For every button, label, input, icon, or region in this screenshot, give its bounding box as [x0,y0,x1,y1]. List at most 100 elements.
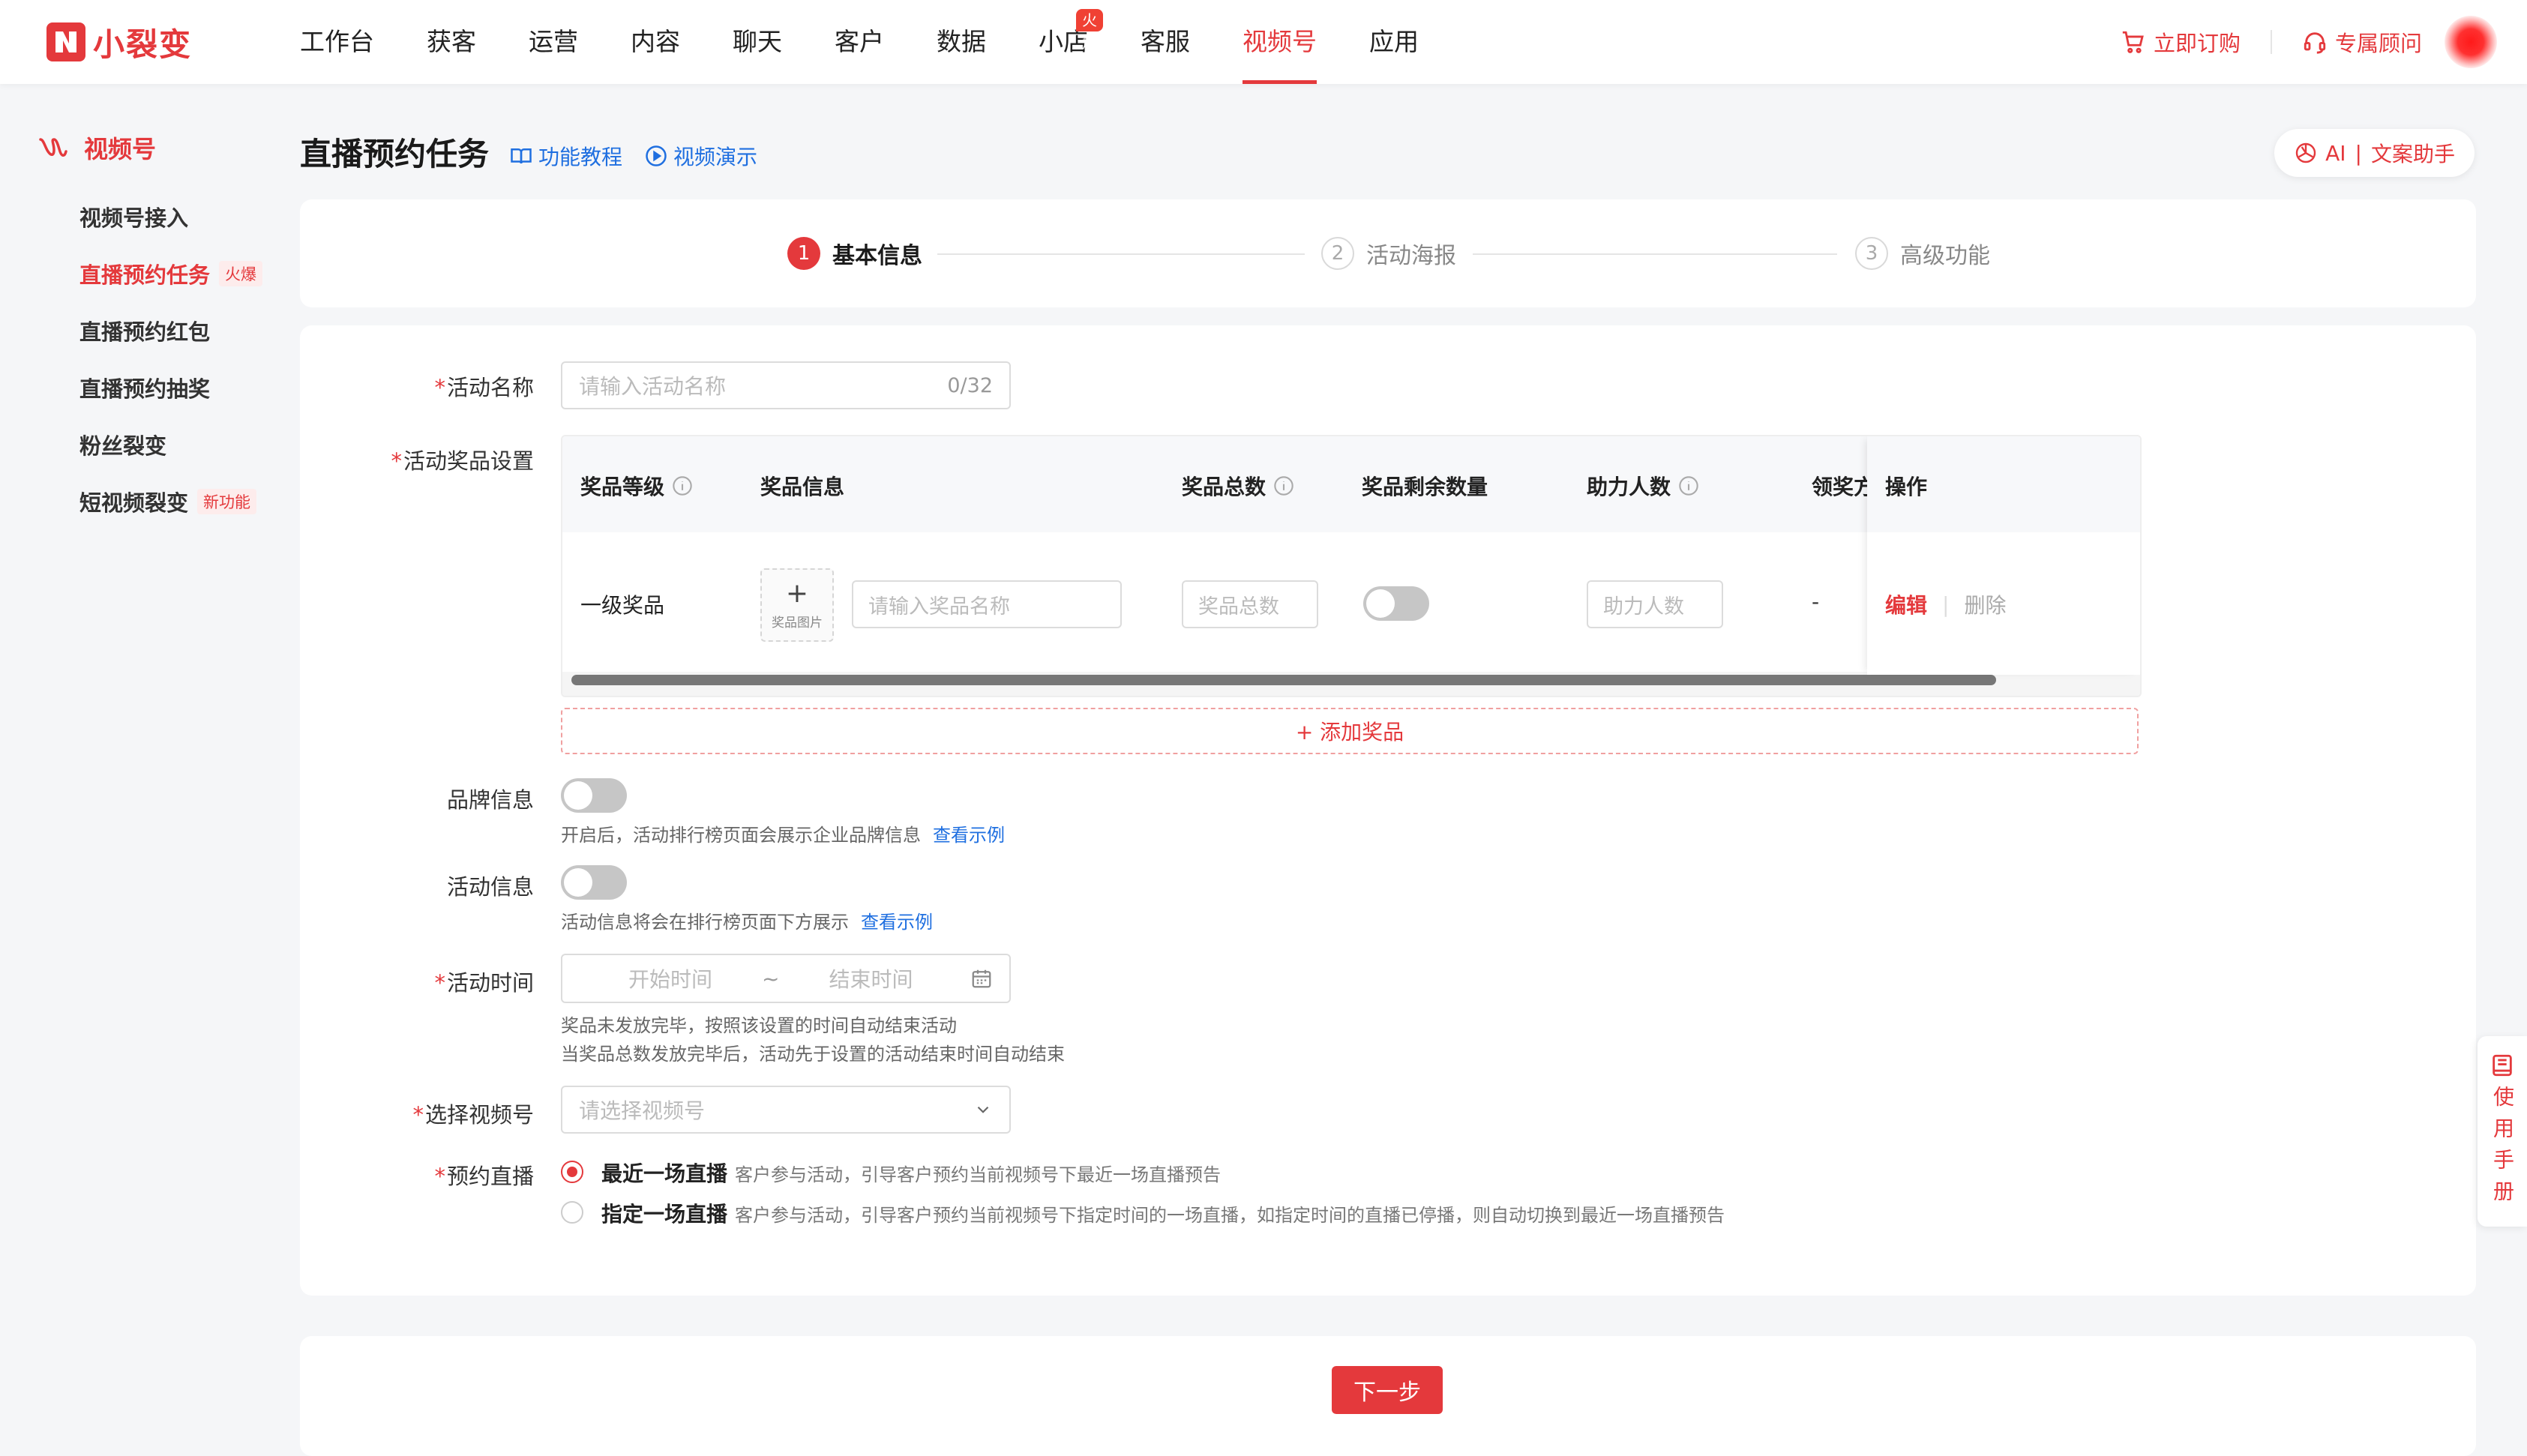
col-operations: 操作 [1885,475,1928,499]
sidebar-title: 视频号 [37,130,156,165]
tutorial-link[interactable]: 功能教程 [510,141,622,171]
user-manual-tab[interactable]: 使用手册 [2478,1036,2527,1227]
consultant-link[interactable]: 专属顾问 [2302,26,2422,58]
prize-total-input[interactable]: 奖品总数 [1182,580,1318,628]
headset-icon [2304,32,2326,54]
step-basic-info[interactable]: 1 基本信息 [787,237,922,270]
time-hint-1: 奖品未发放完毕，按照该设置的时间自动结束活动 [561,1015,957,1036]
sidebar-item-live-lottery[interactable]: 直播预约抽奖 [79,372,210,403]
nav-item-service[interactable]: 客服 [1141,0,1190,84]
radio-latest-live[interactable] [561,1161,583,1183]
row-actions: 编辑 | 删除 [1885,589,2006,619]
brand-info-hint: 开启后，活动排行榜页面会展示企业品牌信息 查看示例 [561,825,1005,846]
activity-info-toggle[interactable] [561,865,627,900]
nav-item-customer[interactable]: 客户 [835,0,884,84]
page-title: 直播预约任务 [300,136,490,172]
prize-settings-label: *活动奖品设置 [391,448,534,474]
chevron-down-icon [977,1106,989,1113]
brand-info-toggle[interactable] [561,778,627,813]
sidebar-item-live-red-packet[interactable]: 直播预约红包 [79,315,210,346]
channel-select[interactable]: 请选择视频号 [561,1086,1011,1134]
col-claim-method: 领奖方 [1812,475,1867,499]
step-advanced[interactable]: 3 高级功能 [1855,237,1990,270]
prize-name-input[interactable]: 请输入奖品名称 [852,580,1122,628]
nav-item-chat[interactable]: 聊天 [733,0,782,84]
info-icon[interactable] [1678,475,1699,496]
nav-item-channels[interactable]: 视频号 [1243,0,1317,84]
claim-method-value: - [1812,589,1820,614]
play-circle-icon [646,145,667,166]
view-example-link[interactable]: 查看示例 [933,825,1005,846]
option-latest-live: 最近一场直播 客户参与活动，引导客户预约当前视频号下最近一场直播预告 [601,1161,1222,1186]
channels-logo-icon [39,138,67,157]
view-example-link[interactable]: 查看示例 [861,912,933,933]
user-avatar[interactable] [2445,16,2497,68]
time-hint-2: 当奖品总数发放完毕后，活动先于设置的活动结束时间自动结束 [561,1044,1065,1065]
video-demo-link[interactable]: 视频演示 [645,141,757,171]
horizontal-scrollbar[interactable] [571,675,1996,685]
end-time-input[interactable]: 结束时间 [829,963,913,993]
start-time-input[interactable]: 开始时间 [628,963,712,993]
info-icon[interactable] [672,475,693,496]
ai-copywriting-assistant-button[interactable]: AI | 文案助手 [2274,129,2475,177]
hot-badge: 火爆 [1076,9,1103,52]
brand-logo[interactable]: 小裂变 [46,21,192,63]
next-step-button[interactable]: 下一步 [1332,1366,1443,1414]
operations-column: 操作 编辑 | 删除 [1867,436,2140,675]
new-feature-tag: 新功能 [197,489,257,514]
char-counter: 0/32 [947,373,993,397]
nav-item-acquire[interactable]: 获客 [427,0,476,84]
activity-time-label: *活动时间 [434,970,534,996]
prize-level-value: 一级奖品 [580,593,665,618]
hot-tag: 火爆 [219,261,263,286]
manual-book-icon [2493,1054,2512,1077]
col-prize-level: 奖品等级 [580,471,693,501]
divider [2270,30,2272,54]
openai-icon [2295,142,2316,163]
nav-item-apps[interactable]: 应用 [1369,0,1419,84]
nav-item-workbench[interactable]: 工作台 [300,0,374,84]
select-channel-label: *选择视频号 [412,1102,534,1128]
sidebar-item-channels-access[interactable]: 视频号接入 [79,201,188,232]
radio-specific-live[interactable] [561,1201,583,1224]
activity-name-input[interactable]: 请输入活动名称 0/32 [561,361,1011,409]
sidebar-item-short-video-fission[interactable]: 短视频裂变 新功能 [79,486,257,517]
top-right-actions: 立即订购 专属顾问 [2091,0,2497,84]
nav-item-shop[interactable]: 小店 火爆 [1039,0,1103,84]
reserve-live-label: *预约直播 [434,1164,534,1189]
activity-info-label: 活动信息 [446,874,534,900]
nav-item-data[interactable]: 数据 [937,0,986,84]
helpers-count-input[interactable]: 助力人数 [1587,580,1723,628]
cart-icon [2122,31,2144,53]
col-helpers: 助力人数 [1587,471,1699,501]
brand-info-label: 品牌信息 [446,787,534,813]
date-range-picker[interactable]: 开始时间 ~ 结束时间 [561,954,1011,1003]
step-connector [937,253,1305,255]
calendar-icon [972,969,991,988]
logo-icon [46,22,85,61]
step-poster[interactable]: 2 活动海报 [1321,237,1456,270]
order-now-link[interactable]: 立即订购 [2121,26,2241,58]
info-icon[interactable] [1273,475,1294,496]
delete-button[interactable]: 删除 [1964,589,2006,619]
plus-icon: + [785,577,809,609]
edit-button[interactable]: 编辑 [1885,589,1927,619]
activity-info-hint: 活动信息将会在排行榜页面下方展示 查看示例 [561,912,933,933]
brand-name: 小裂变 [93,25,193,63]
sidebar-item-fan-fission[interactable]: 粉丝裂变 [79,429,166,460]
book-icon [511,148,532,164]
nav-item-operation[interactable]: 运营 [529,0,578,84]
activity-name-label: *活动名称 [434,375,534,400]
prize-image-upload[interactable]: + 奖品图片 [760,568,834,642]
top-navigation: 小裂变 工作台 获客 运营 内容 聊天 客户 数据 小店 火爆 客服 视频号 应… [0,0,2527,84]
sidebar-item-live-reservation-task[interactable]: 直播预约任务 火爆 [79,258,263,289]
divider: | [1942,592,1950,617]
step-connector [1473,253,1837,255]
nav-item-content[interactable]: 内容 [631,0,680,84]
col-prize-remaining: 奖品剩余数量 [1362,475,1488,499]
add-prize-button[interactable]: + 添加奖品 [561,708,2139,754]
sidebar: 视频号 视频号接入 直播预约任务 火爆 直播预约红包 直播预约抽奖 粉丝裂变 短… [0,84,285,1443]
option-specific-live: 指定一场直播 客户参与活动，引导客户预约当前视频号下指定时间的一场直播，如指定时间… [601,1202,1725,1227]
prize-remaining-toggle[interactable] [1363,586,1429,621]
col-prize-total: 奖品总数 [1182,471,1294,501]
